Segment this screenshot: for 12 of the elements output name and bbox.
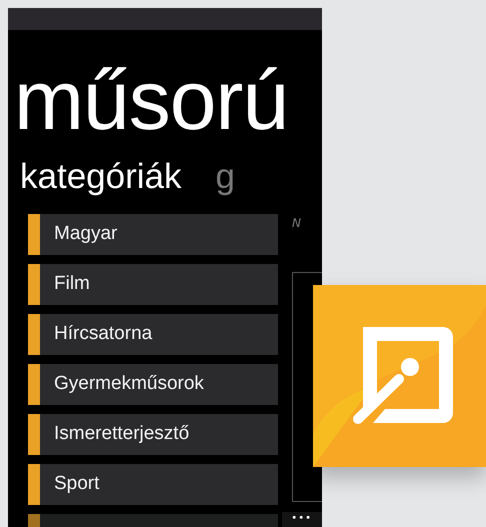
app-title: műsorú: [14, 58, 290, 142]
category-tile[interactable]: Ismeretterjesztő: [28, 414, 278, 455]
more-button[interactable]: •••: [291, 514, 312, 524]
pane-caption: N: [292, 215, 302, 232]
app-logo-icon: [313, 285, 486, 467]
category-tile[interactable]: Gyermekműsorok: [28, 364, 278, 405]
pivot-header[interactable]: kategóriák: [20, 159, 182, 194]
category-tile[interactable]: Sport: [28, 464, 278, 505]
category-tile[interactable]: Hírcsatorna: [28, 314, 278, 355]
pivot-header[interactable]: g: [215, 159, 235, 194]
category-tile[interactable]: Film: [28, 264, 278, 305]
category-tile[interactable]: Magyar: [28, 214, 278, 255]
